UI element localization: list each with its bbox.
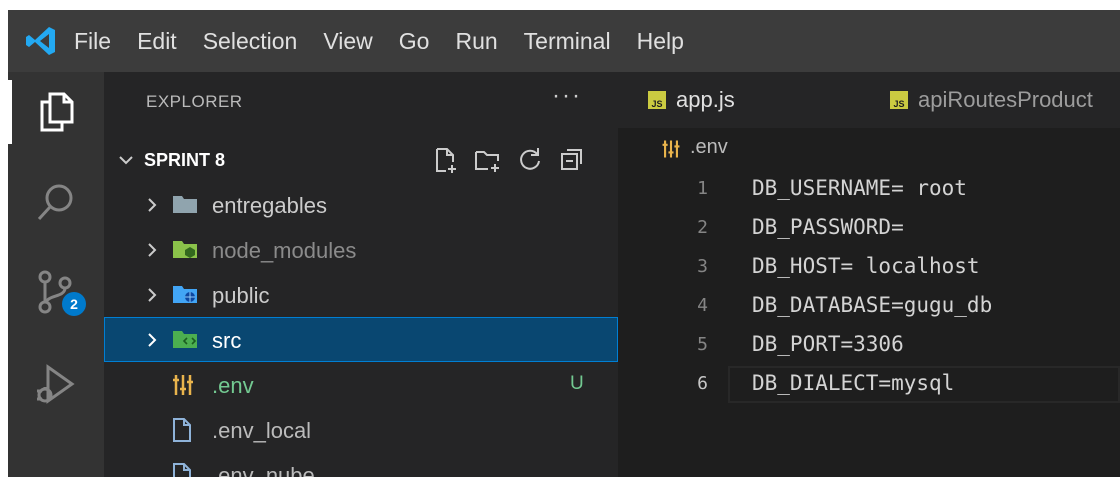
- tree-item-label: .env_local: [212, 418, 312, 443]
- search-icon[interactable]: [8, 162, 104, 242]
- code-line: 2 DB_PASSWORD=: [618, 209, 1120, 248]
- code-editor[interactable]: 1 DB_USERNAME= root 2 DB_PASSWORD= 3 DB_…: [618, 170, 1120, 477]
- line-text: DB_DIALECT=mysql: [752, 371, 955, 395]
- tree-item-label: entregables: [212, 193, 327, 218]
- env-settings-icon: [170, 372, 196, 398]
- tree-item-node-modules[interactable]: node_modules: [104, 227, 618, 272]
- explorer-sidebar: EXPLORER ··· SPRINT 8 entregables node_m…: [104, 72, 618, 477]
- tree-item-env-nube[interactable]: .env_nube: [104, 452, 618, 477]
- tree-item-entregables[interactable]: entregables: [104, 182, 618, 227]
- line-text: DB_DATABASE=gugu_db: [752, 293, 993, 317]
- menu-go[interactable]: Go: [399, 28, 430, 55]
- vscode-logo-icon: [8, 10, 74, 72]
- line-number: 6: [697, 373, 708, 394]
- code-line: 4 DB_DATABASE=gugu_db: [618, 287, 1120, 326]
- explorer-header: EXPLORER ···: [104, 72, 618, 130]
- menu-view[interactable]: View: [323, 28, 372, 55]
- public-folder-icon: [172, 283, 198, 305]
- menu-file[interactable]: File: [74, 28, 111, 55]
- activity-bar: 2: [8, 72, 104, 477]
- tree-item-label: .env_nube: [212, 463, 315, 477]
- src-folder-icon: [172, 328, 198, 350]
- chevron-right-icon: [142, 195, 162, 220]
- source-control-icon[interactable]: 2: [8, 252, 104, 332]
- new-folder-icon[interactable]: [474, 144, 502, 176]
- line-number: 3: [697, 256, 708, 277]
- editor-tab-bar: JS app.js JS apiRoutesProduct: [618, 72, 1120, 128]
- tree-item-label: public: [212, 283, 270, 308]
- chevron-right-icon: [142, 240, 162, 265]
- line-number: 5: [697, 334, 708, 355]
- file-tree: entregables node_modules public src .env…: [104, 182, 618, 477]
- git-untracked-badge: U: [570, 373, 584, 394]
- tree-item-public[interactable]: public: [104, 272, 618, 317]
- env-settings-icon: [660, 138, 682, 165]
- source-control-badge: 2: [62, 292, 86, 316]
- code-line-current: 6 DB_DIALECT=mysql: [618, 365, 1120, 404]
- chevron-down-icon: [116, 150, 136, 175]
- folder-icon: [172, 193, 198, 215]
- line-text: DB_PASSWORD=: [752, 215, 904, 239]
- tab-label: app.js: [676, 87, 735, 112]
- menu-help[interactable]: Help: [637, 28, 684, 55]
- workspace-section-header[interactable]: SPRINT 8: [104, 142, 618, 182]
- line-text: DB_USERNAME= root: [752, 176, 967, 200]
- workspace-title: SPRINT 8: [144, 150, 226, 170]
- collapse-all-icon[interactable]: [558, 144, 586, 176]
- tab-label: apiRoutesProduct: [918, 87, 1093, 112]
- line-number: 4: [697, 295, 708, 316]
- tree-item-label: .env: [212, 373, 254, 398]
- menu-terminal[interactable]: Terminal: [524, 28, 611, 55]
- new-file-icon[interactable]: [432, 144, 460, 176]
- menu-edit[interactable]: Edit: [137, 28, 177, 55]
- more-actions-icon[interactable]: ···: [552, 82, 582, 110]
- chevron-right-icon: [142, 330, 162, 355]
- file-icon: [170, 417, 196, 443]
- tree-item-env[interactable]: .env U: [104, 362, 618, 407]
- menu-bar: File Edit Selection View Go Run Terminal…: [8, 10, 1120, 72]
- run-debug-icon[interactable]: [8, 344, 104, 424]
- explorer-title: EXPLORER: [146, 92, 243, 111]
- line-text: DB_HOST= localhost: [752, 254, 980, 278]
- tree-item-label: node_modules: [212, 238, 357, 263]
- breadcrumb-file[interactable]: .env: [690, 136, 728, 159]
- tree-item-label: src: [212, 328, 242, 353]
- refresh-icon[interactable]: [516, 144, 544, 176]
- vscode-window: File Edit Selection View Go Run Terminal…: [8, 10, 1120, 477]
- code-line: 1 DB_USERNAME= root: [618, 170, 1120, 209]
- tree-item-env-local[interactable]: .env_local: [104, 407, 618, 452]
- file-icon: [170, 462, 196, 477]
- tab-app-js[interactable]: JS app.js: [648, 72, 735, 128]
- explorer-actions: [432, 144, 586, 176]
- code-line: 3 DB_HOST= localhost: [618, 248, 1120, 287]
- menu-run[interactable]: Run: [455, 28, 497, 55]
- explorer-icon[interactable]: [8, 72, 104, 152]
- code-line: 5 DB_PORT=3306: [618, 326, 1120, 365]
- breadcrumb: .env: [618, 128, 1120, 168]
- line-number: 2: [697, 217, 708, 238]
- menu-selection[interactable]: Selection: [203, 28, 298, 55]
- tab-api-routes-product[interactable]: JS apiRoutesProduct: [890, 72, 1093, 128]
- js-file-icon: JS: [648, 91, 666, 109]
- line-text: DB_PORT=3306: [752, 332, 904, 356]
- js-file-icon: JS: [890, 91, 908, 109]
- chevron-right-icon: [142, 285, 162, 310]
- tree-item-src[interactable]: src: [104, 317, 618, 362]
- node-folder-icon: [172, 238, 198, 260]
- line-number: 1: [697, 178, 708, 199]
- cropped-top-strip: [0, 0, 1120, 10]
